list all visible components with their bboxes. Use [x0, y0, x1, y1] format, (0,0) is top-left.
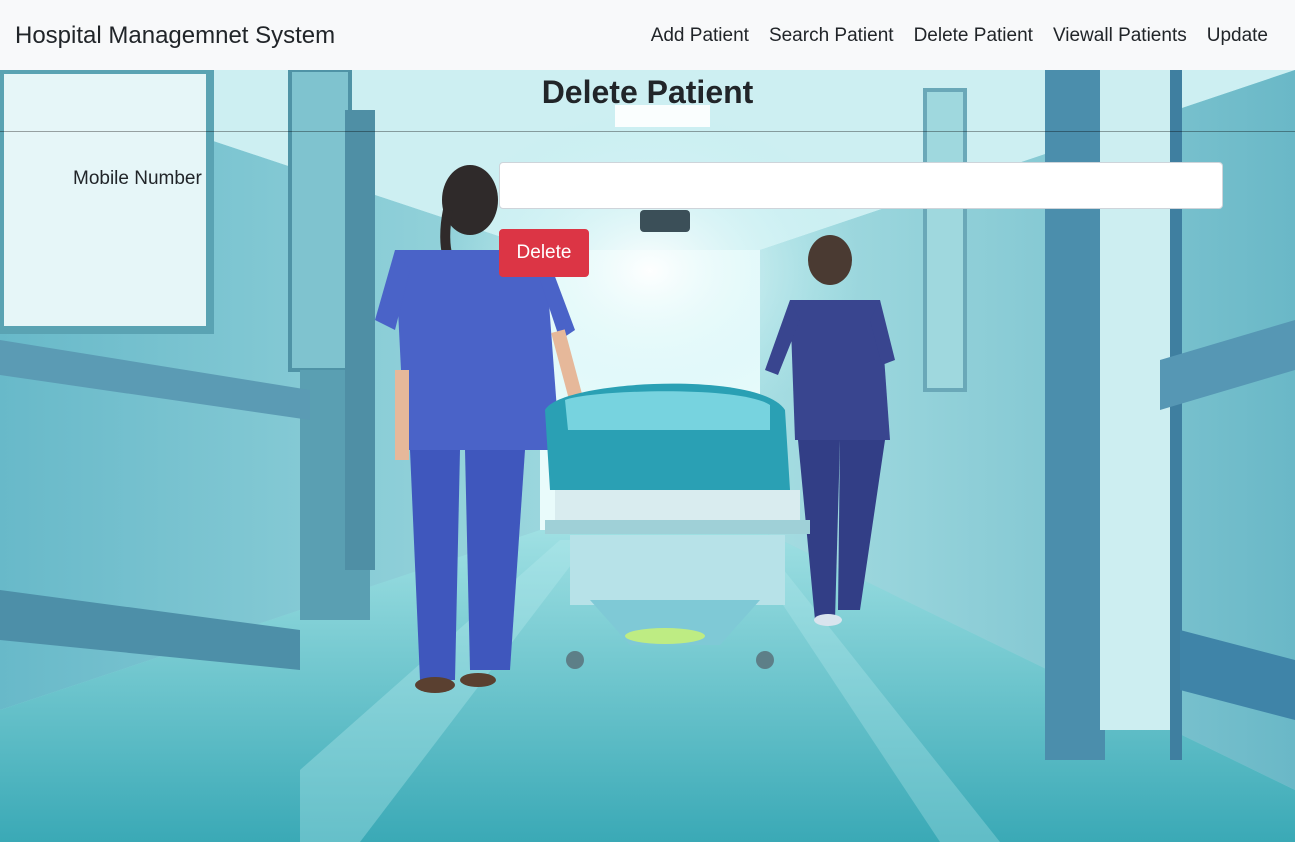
- delete-button[interactable]: Delete: [499, 229, 589, 277]
- page-title: Delete Patient: [541, 74, 754, 110]
- mobile-number-input[interactable]: [499, 162, 1223, 209]
- nav-delete-patient[interactable]: Delete Patient: [904, 25, 1043, 46]
- nav-viewall-patients[interactable]: Viewall Patients: [1043, 25, 1197, 46]
- mobile-number-label: Mobile Number: [73, 168, 202, 189]
- nav-add-patient[interactable]: Add Patient: [641, 25, 759, 46]
- brand-link[interactable]: Hospital Managemnet System: [15, 20, 335, 52]
- nav-search-patient[interactable]: Search Patient: [759, 25, 904, 46]
- title-divider: [0, 131, 1295, 132]
- nav-update[interactable]: Update: [1197, 25, 1278, 46]
- nav-menu: Add Patient Search Patient Delete Patien…: [641, 22, 1278, 50]
- navbar: Hospital Managemnet System Add Patient S…: [0, 0, 1295, 70]
